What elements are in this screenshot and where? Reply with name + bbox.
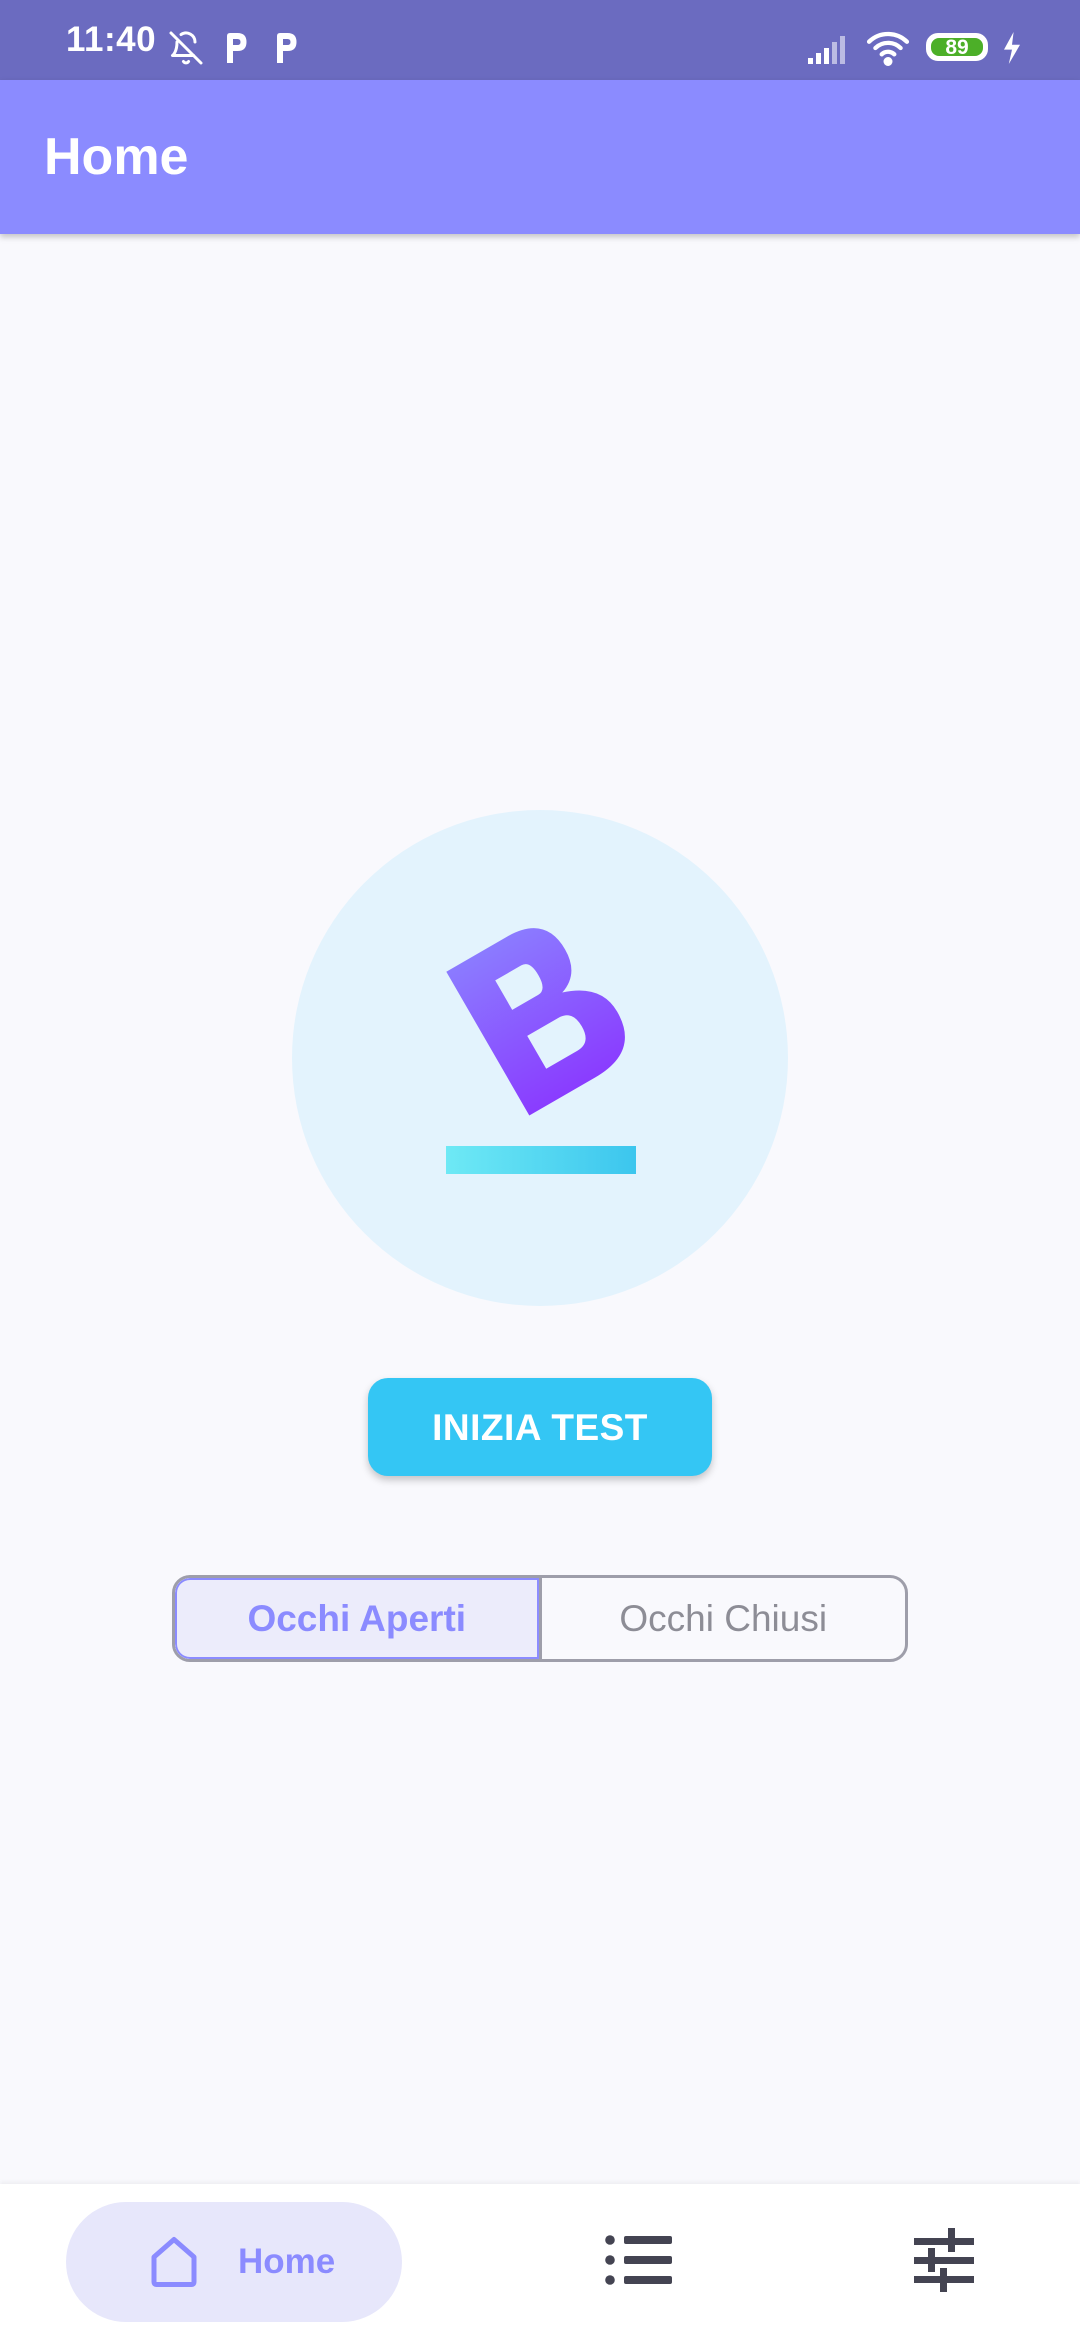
status-time: 11:40	[66, 20, 157, 59]
toggle-eyes-open[interactable]: Occhi Aperti	[175, 1578, 539, 1659]
wifi-icon	[866, 30, 910, 71]
start-test-button[interactable]: INIZIA TEST	[368, 1378, 712, 1476]
logo-circle	[292, 810, 788, 1306]
charging-icon	[1000, 32, 1024, 69]
nav-item-home[interactable]: Home	[66, 2202, 402, 2322]
nav-item-settings[interactable]	[914, 2228, 974, 2297]
list-icon	[604, 2235, 672, 2294]
b-logo-icon	[446, 928, 636, 1174]
battery-level: 89	[945, 36, 969, 59]
nav-item-list[interactable]	[604, 2230, 672, 2295]
app-bar: Home	[0, 80, 1080, 234]
parking-icon	[220, 30, 252, 71]
toggle-eyes-closed[interactable]: Occhi Chiusi	[538, 1578, 906, 1659]
page-title: Home	[44, 128, 189, 186]
parking-icon	[270, 30, 302, 71]
battery-icon: 89	[926, 33, 988, 61]
bell-off-icon	[168, 30, 204, 71]
status-bar: 11:40 89	[0, 0, 1080, 80]
signal-icon	[808, 34, 852, 69]
nav-item-label: Home	[238, 2242, 336, 2281]
bottom-nav: Home	[0, 2184, 1080, 2340]
home-icon	[144, 2232, 204, 2297]
sliders-icon	[914, 2228, 974, 2296]
mode-toggle: Occhi Aperti Occhi Chiusi	[172, 1575, 908, 1662]
